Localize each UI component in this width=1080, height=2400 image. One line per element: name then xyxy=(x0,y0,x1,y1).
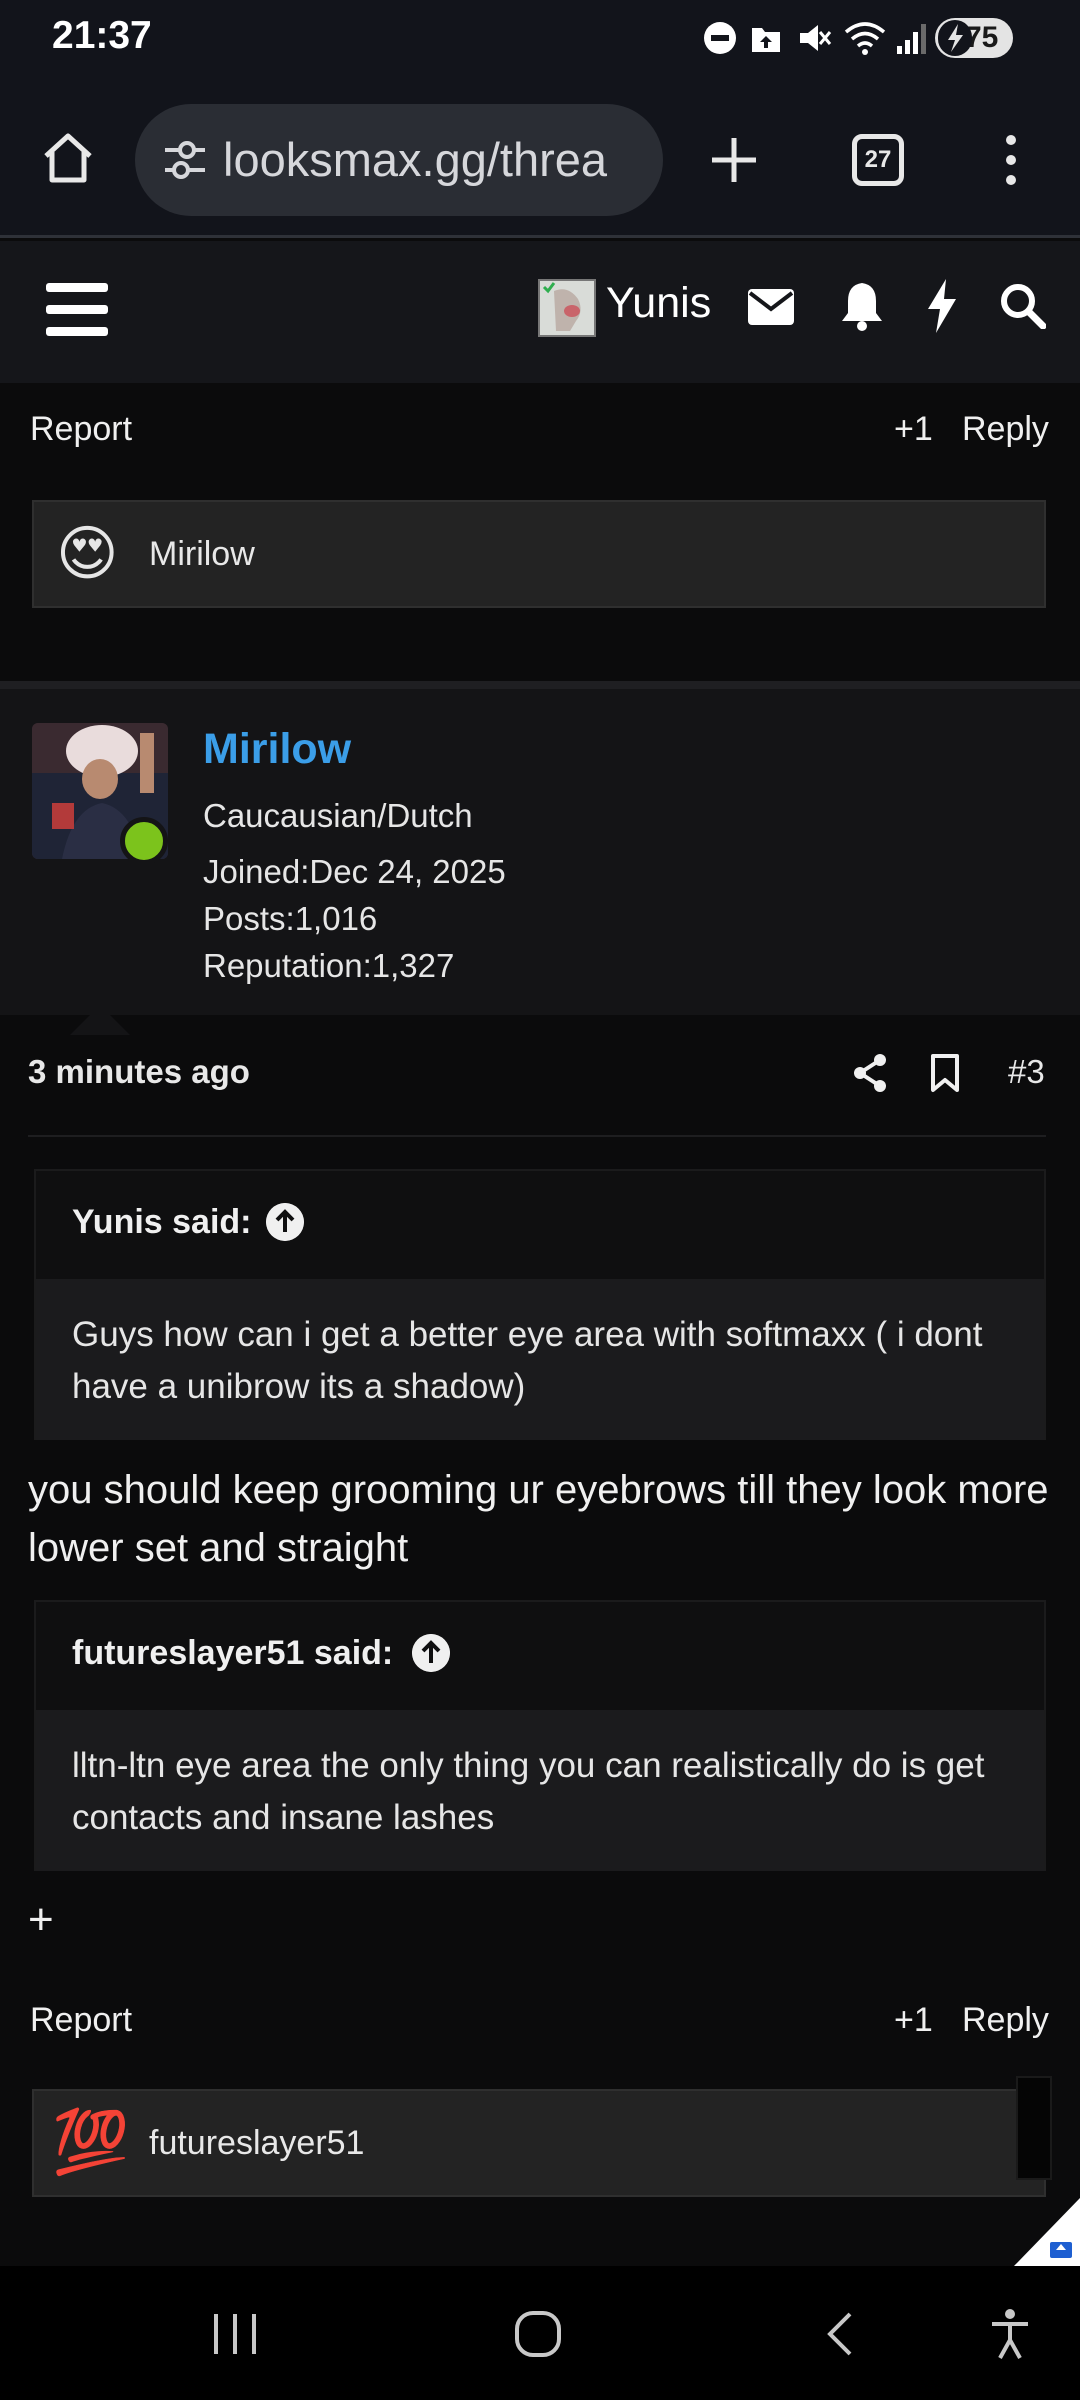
search-icon[interactable] xyxy=(1000,283,1046,329)
do-not-disturb-icon xyxy=(704,22,736,54)
accessibility-icon[interactable] xyxy=(988,2308,1032,2360)
site-settings-icon[interactable] xyxy=(161,138,209,182)
plus-one-button[interactable]: +1 xyxy=(894,2001,933,2040)
divider xyxy=(28,1135,1046,1137)
status-time: 21:37 xyxy=(52,14,152,57)
wifi-icon xyxy=(844,22,886,55)
author-block-pointer xyxy=(70,1005,130,1035)
reaction-user[interactable]: Mirilow xyxy=(149,535,255,574)
report-link[interactable]: Report xyxy=(30,410,132,449)
back-icon[interactable] xyxy=(822,2310,856,2358)
reactions-bar[interactable]: 😍 Mirilow xyxy=(32,500,1046,608)
reply-button[interactable]: Reply xyxy=(962,2001,1049,2040)
upload-icon xyxy=(752,28,780,52)
notifications-icon[interactable] xyxy=(840,281,884,331)
author-joined: Joined:Dec 24, 2025 xyxy=(203,853,506,890)
menu-icon[interactable] xyxy=(46,281,108,337)
scroll-to-top-button[interactable] xyxy=(1014,2198,1080,2266)
quote-block: futureslayer51 said: lltn-ltn eye area t… xyxy=(34,1600,1046,1871)
mute-icon xyxy=(800,25,832,51)
battery-icon xyxy=(938,20,972,56)
new-tab-icon[interactable] xyxy=(706,132,762,188)
browser-toolbar: looksmax.gg/threa 27 xyxy=(0,80,1080,238)
online-status-indicator xyxy=(120,817,168,865)
author-reputation: Reputation:1,327 xyxy=(203,947,455,984)
reactions-bar[interactable]: 💯 futureslayer51 xyxy=(32,2089,1046,2197)
bookmark-icon[interactable] xyxy=(930,1053,960,1093)
reaction-user[interactable]: futureslayer51 xyxy=(149,2124,364,2163)
user-avatar[interactable] xyxy=(538,279,596,337)
inbox-icon[interactable] xyxy=(748,289,794,325)
quote-author[interactable]: futureslayer51 said: xyxy=(72,1634,393,1673)
scroll-handle[interactable] xyxy=(1016,2076,1052,2180)
quote-text: lltn-ltn eye area the only thing you can… xyxy=(36,1710,1044,1871)
post-timestamp[interactable]: 3 minutes ago xyxy=(28,1053,250,1091)
recent-apps-icon[interactable] xyxy=(212,2312,258,2356)
author-name[interactable]: Mirilow xyxy=(203,725,351,774)
tab-switcher-button[interactable]: 27 xyxy=(852,134,904,186)
author-title: Caucausian/Dutch xyxy=(203,797,473,834)
url-bar[interactable]: looksmax.gg/threa xyxy=(135,104,663,216)
quote-block: Yunis said: Guys how can i get a better … xyxy=(34,1169,1046,1440)
hundred-points-emoji: 💯 xyxy=(52,2108,130,2177)
system-navigation-bar xyxy=(0,2266,1080,2400)
more-options-icon[interactable] xyxy=(996,132,1026,188)
home-icon[interactable] xyxy=(38,128,98,188)
plus-one-button[interactable]: +1 xyxy=(894,410,933,449)
url-text: looksmax.gg/threa xyxy=(223,133,608,186)
site-header: Yunis xyxy=(0,241,1080,383)
post-body-text: you should keep grooming ur eyebrows til… xyxy=(28,1468,1049,1570)
quote-author[interactable]: Yunis said: xyxy=(72,1203,252,1242)
reply-button[interactable]: Reply xyxy=(962,410,1049,449)
status-bar: 21:37 75 xyxy=(0,0,1080,80)
quote-text: Guys how can i get a better eye area wit… xyxy=(36,1279,1044,1440)
username[interactable]: Yunis xyxy=(606,279,711,328)
post-author-block: Mirilow Caucausian/Dutch Joined:Dec 24, … xyxy=(0,689,1080,1015)
share-icon[interactable] xyxy=(852,1053,888,1093)
signal-icon xyxy=(897,24,926,54)
post-divider xyxy=(0,681,1080,689)
home-nav-icon[interactable] xyxy=(514,2310,562,2358)
go-to-quote-icon[interactable] xyxy=(412,1634,450,1672)
thread-content: Report +1 Reply 😍 Mirilow Mirilow Caucau… xyxy=(0,383,1080,2266)
author-posts: Posts:1,016 xyxy=(203,900,378,937)
expand-button[interactable]: + xyxy=(28,1895,54,1945)
post-number[interactable]: #3 xyxy=(1008,1053,1045,1091)
heart-eyes-emoji: 😍 xyxy=(56,520,119,587)
tab-count: 27 xyxy=(864,146,892,173)
report-link[interactable]: Report xyxy=(30,2001,132,2040)
go-to-quote-icon[interactable] xyxy=(266,1203,304,1241)
whats-new-icon[interactable] xyxy=(926,279,958,333)
